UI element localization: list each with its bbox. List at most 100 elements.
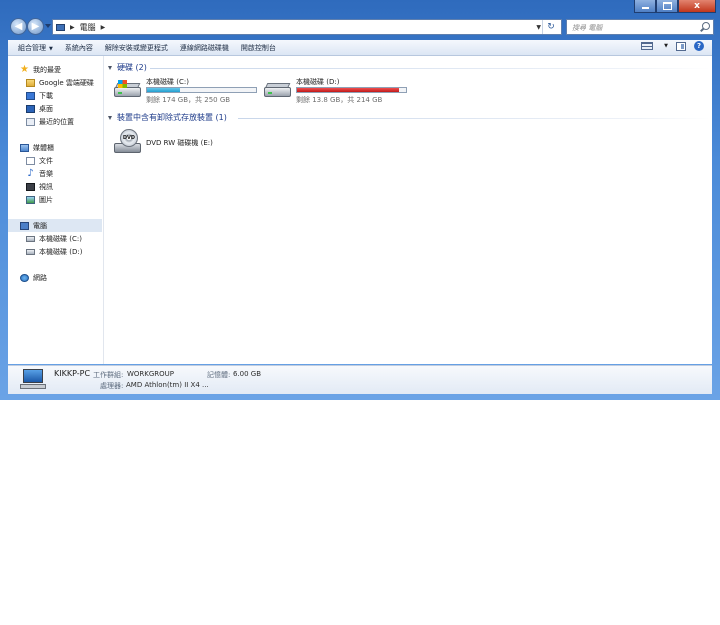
- hard-drives-group-header[interactable]: 硬碟 (2): [108, 62, 147, 73]
- window-controls: x: [634, 0, 716, 13]
- organize-button[interactable]: 組合管理 ▼: [18, 43, 53, 53]
- refresh-icon: ↻: [547, 22, 555, 32]
- picture-icon: [26, 195, 35, 204]
- map-network-drive-button[interactable]: 連線網路磁碟機: [180, 43, 229, 53]
- explorer-window: x ◀ ▶ ▶ 電腦 ▶ ▼ ↻ 搜尋 電腦 組合管理 ▼ 系統內容 解除安裝或變…: [0, 0, 720, 400]
- hard-drives-group-label: 硬碟 (2): [117, 63, 147, 72]
- group-divider: [150, 68, 710, 69]
- maximize-button[interactable]: [656, 0, 678, 13]
- memory-value: 6.00 GB: [233, 370, 262, 378]
- collapse-triangle-icon: [108, 115, 112, 120]
- nav-downloads[interactable]: 下載: [26, 89, 102, 102]
- nav-network[interactable]: 網路: [20, 271, 102, 284]
- removable-group-label: 裝置中含有卸除式存放裝置 (1): [117, 113, 227, 122]
- nav-google-drive-label: Google 雲端硬碟: [39, 78, 94, 87]
- details-pane: KIKKP-PC 工作群組: WORKGROUP 記憶體: 6.00 GB 處理…: [8, 365, 712, 394]
- back-button[interactable]: ◀: [10, 18, 27, 35]
- computer-monitor-icon: [20, 369, 46, 391]
- close-button[interactable]: x: [678, 0, 716, 13]
- back-arrow-icon: ◀: [14, 21, 23, 32]
- dvd-drive-tile[interactable]: DVD DVD RW 磁碟機 (E:): [114, 129, 264, 159]
- minimize-button[interactable]: [634, 0, 656, 13]
- dvd-disc-label: DVD: [120, 129, 138, 147]
- nav-computer-label: 電腦: [33, 221, 47, 230]
- nav-network-label: 網路: [33, 273, 47, 282]
- star-icon: ★: [20, 63, 29, 75]
- download-folder-icon: [26, 91, 35, 100]
- workgroup-value: WORKGROUP: [127, 370, 175, 378]
- memory-label: 記憶體:: [207, 371, 231, 379]
- dvd-drive-name: DVD RW 磁碟機 (E:): [146, 139, 213, 147]
- drive-usage-fill: [147, 88, 180, 92]
- computer-icon: [56, 23, 65, 31]
- breadcrumb-arrow-icon[interactable]: ▶: [101, 24, 106, 31]
- address-dropdown-icon[interactable]: ▼: [536, 24, 541, 31]
- nav-recent-label: 最近的位置: [39, 117, 74, 126]
- open-control-panel-button[interactable]: 開啟控制台: [241, 43, 276, 53]
- minimize-icon: [641, 7, 649, 9]
- drive-usage-fill: [297, 88, 400, 92]
- toolbar-right: ▼ ?: [641, 41, 704, 51]
- dvd-drive-icon: DVD: [114, 129, 141, 155]
- drive-tile-c[interactable]: 本機磁碟 (C:) 剩餘 174 GB，共 250 GB: [114, 77, 259, 105]
- drive-name: 本機磁碟 (D:): [296, 78, 340, 86]
- nav-downloads-label: 下載: [39, 91, 53, 100]
- nav-music[interactable]: ♪ 音樂: [26, 167, 102, 180]
- recent-places-icon: [26, 117, 35, 126]
- forward-arrow-icon: ▶: [31, 21, 40, 32]
- drive-name: 本機磁碟 (C:): [146, 78, 189, 86]
- nav-pictures[interactable]: 圖片: [26, 193, 102, 206]
- workgroup-label: 工作群組:: [93, 371, 124, 379]
- hard-drive-icon: [26, 235, 35, 242]
- navigation-pane: ★ 我的最愛 Google 雲端硬碟 下載 桌面 最近的位置 媒體櫃 文件 ♪ 音樂: [8, 56, 104, 364]
- help-icon[interactable]: ?: [694, 41, 704, 51]
- library-icon: [20, 143, 29, 152]
- nav-computer[interactable]: 電腦: [8, 219, 102, 232]
- group-divider: [238, 118, 710, 119]
- nav-drive-d[interactable]: 本機磁碟 (D:): [26, 245, 102, 258]
- pc-name: KIKKP-PC: [54, 369, 91, 378]
- drive-tile-d[interactable]: 本機磁碟 (D:) 剩餘 13.8 GB，共 214 GB: [264, 77, 409, 105]
- nav-music-label: 音樂: [39, 169, 53, 178]
- address-bar[interactable]: ▶ 電腦 ▶ ▼ ↻: [52, 19, 562, 35]
- collapse-triangle-icon: [108, 65, 112, 70]
- nav-favorites[interactable]: ★ 我的最愛: [20, 63, 102, 76]
- nav-libraries[interactable]: 媒體櫃: [20, 141, 102, 154]
- organize-label: 組合管理: [18, 43, 46, 52]
- windows-logo-icon: [118, 80, 127, 88]
- computer-icon: [20, 221, 29, 230]
- music-icon: ♪: [27, 167, 34, 179]
- breadcrumb-arrow-icon[interactable]: ▶: [70, 24, 75, 31]
- view-options-chevron-icon[interactable]: ▼: [664, 43, 668, 49]
- nav-google-drive[interactable]: Google 雲端硬碟: [26, 76, 102, 89]
- nav-drive-c[interactable]: 本機磁碟 (C:): [26, 232, 102, 245]
- nav-desktop[interactable]: 桌面: [26, 102, 102, 115]
- search-input[interactable]: 搜尋 電腦: [566, 19, 714, 35]
- forward-button[interactable]: ▶: [27, 18, 44, 35]
- nav-videos-label: 視訊: [39, 182, 53, 191]
- maximize-icon: [662, 2, 672, 10]
- chevron-down-icon: ▼: [49, 45, 53, 52]
- search-icon[interactable]: [702, 22, 710, 30]
- nav-recent-places[interactable]: 最近的位置: [26, 115, 102, 128]
- nav-pictures-label: 圖片: [39, 195, 53, 204]
- nav-libraries-label: 媒體櫃: [33, 143, 54, 152]
- system-properties-button[interactable]: 系統內容: [65, 43, 93, 53]
- recent-pages-dropdown[interactable]: [45, 24, 51, 28]
- nav-documents-label: 文件: [39, 156, 53, 165]
- change-view-icon[interactable]: [641, 42, 654, 50]
- removable-group-header[interactable]: 裝置中含有卸除式存放裝置 (1): [108, 112, 227, 123]
- google-drive-folder-icon: [26, 78, 35, 87]
- nav-videos[interactable]: 視訊: [26, 180, 102, 193]
- nav-documents[interactable]: 文件: [26, 154, 102, 167]
- content-area: ★ 我的最愛 Google 雲端硬碟 下載 桌面 最近的位置 媒體櫃 文件 ♪ 音樂: [8, 56, 712, 364]
- uninstall-program-button[interactable]: 解除安裝或變更程式: [105, 43, 168, 53]
- nav-drive-c-label: 本機磁碟 (C:): [39, 234, 82, 243]
- documents-icon: [26, 156, 35, 165]
- preview-pane-icon[interactable]: [676, 41, 686, 51]
- network-icon: [20, 273, 29, 282]
- drive-free-space: 剩餘 174 GB，共 250 GB: [146, 96, 231, 104]
- refresh-button[interactable]: ↻: [542, 20, 559, 34]
- nav-desktop-label: 桌面: [39, 104, 53, 113]
- breadcrumb-computer[interactable]: 電腦: [80, 22, 96, 33]
